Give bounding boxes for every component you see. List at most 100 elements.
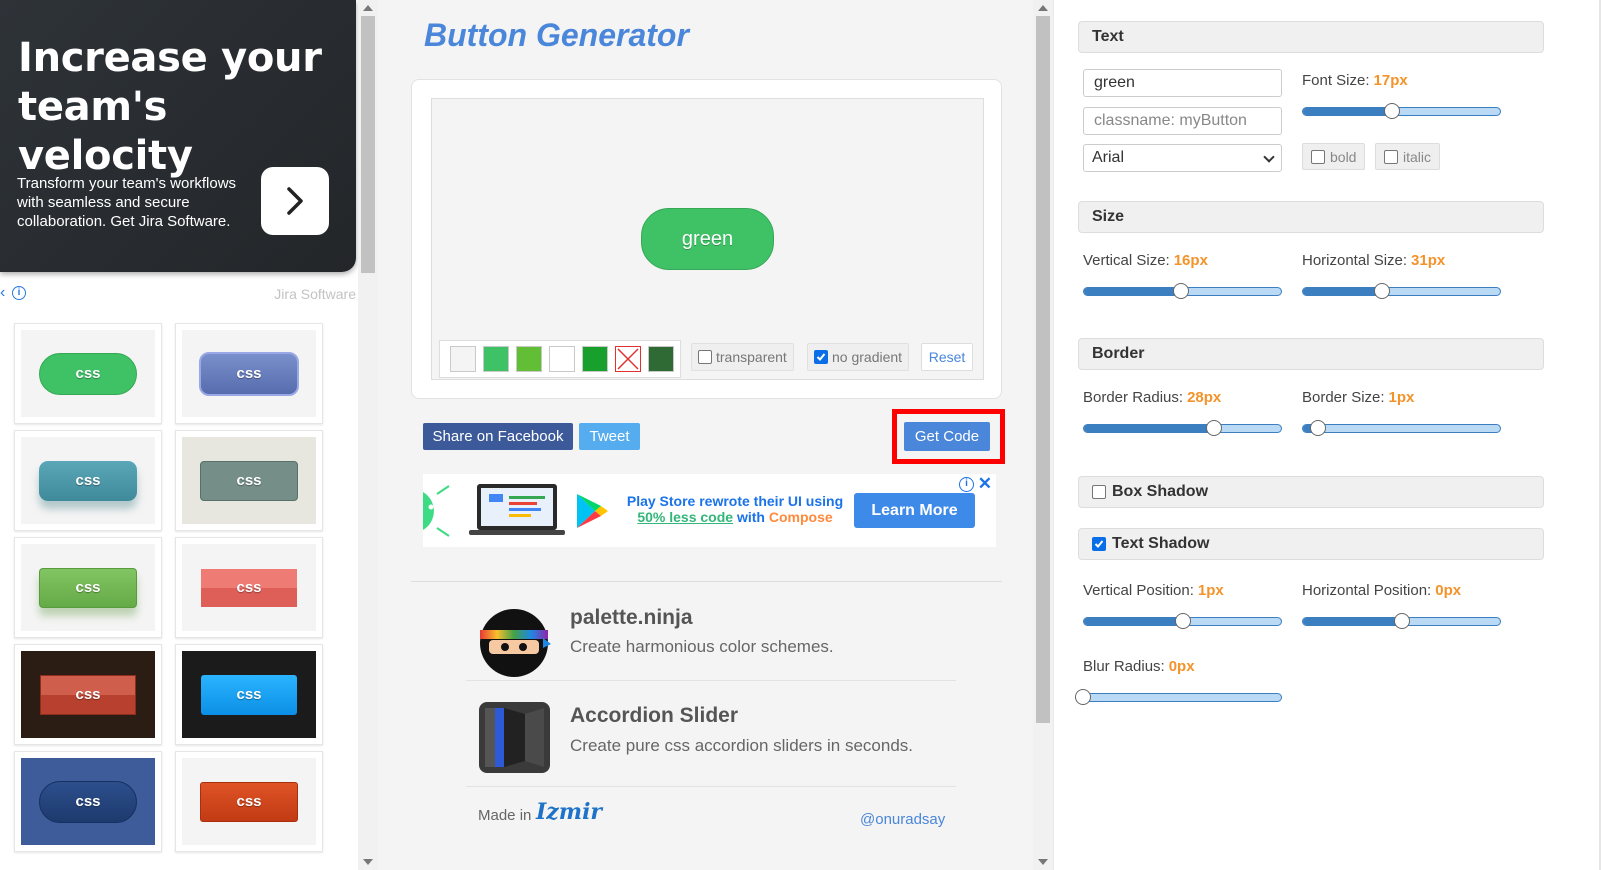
slider-knob[interactable]: [1206, 420, 1223, 436]
related-title[interactable]: palette.ninja: [570, 606, 693, 630]
gallery-button: css: [39, 352, 137, 395]
gallery-item[interactable]: css: [14, 644, 162, 745]
slider-knob[interactable]: [1309, 420, 1326, 436]
gallery-item[interactable]: css: [175, 323, 323, 424]
color-swatch[interactable]: [648, 346, 674, 372]
transparent-label: transparent: [716, 349, 787, 365]
vertical-position-label: Vertical Position: 1px: [1083, 582, 1224, 599]
border-size-label: Border Size: 1px: [1302, 389, 1415, 406]
horizontal-size-slider[interactable]: [1302, 283, 1501, 299]
ad-brand: Jira Software: [274, 286, 356, 302]
italic-toggle[interactable]: italic: [1375, 143, 1441, 170]
color-swatch[interactable]: [450, 346, 476, 372]
info-icon[interactable]: i: [12, 286, 26, 300]
classname-input[interactable]: classname: myButton: [1083, 107, 1282, 135]
scrollbar-thumb[interactable]: [1036, 16, 1050, 723]
gallery-button: css: [40, 674, 136, 715]
transparent-toggle[interactable]: transparent: [691, 343, 794, 371]
slider-knob[interactable]: [1373, 283, 1390, 299]
bold-checkbox[interactable]: [1311, 149, 1325, 164]
left-column: Increase your team's velocity Transform …: [0, 0, 378, 870]
border-radius-slider[interactable]: [1083, 420, 1282, 436]
font-size-label: Font Size: 17px: [1302, 72, 1408, 89]
gallery-item[interactable]: css: [14, 323, 162, 424]
scrollbar-thumb[interactable]: [361, 16, 375, 273]
preview-button[interactable]: green: [641, 208, 774, 270]
color-swatch[interactable]: [516, 346, 542, 372]
close-icon[interactable]: ✕: [978, 474, 992, 494]
gallery-item[interactable]: css: [175, 751, 323, 852]
slider-knob[interactable]: [1393, 613, 1410, 629]
left-scrollbar[interactable]: [358, 0, 378, 870]
author-handle-link[interactable]: @onuradsay: [860, 811, 945, 828]
border-size-slider[interactable]: [1302, 420, 1501, 436]
slider-knob[interactable]: [1075, 689, 1091, 705]
color-swatch[interactable]: [582, 346, 608, 372]
blur-radius-slider[interactable]: [1075, 689, 1282, 705]
no-gradient-checkbox[interactable]: [814, 350, 828, 364]
related-title[interactable]: Accordion Slider: [570, 704, 738, 728]
chevron-right-icon[interactable]: [261, 167, 329, 235]
settings-panel: Text green classname: myButton Arial Fon…: [1053, 0, 1601, 870]
text-shadow-section-header[interactable]: Text Shadow: [1078, 528, 1544, 560]
color-swatch[interactable]: [549, 346, 575, 372]
scroll-up-icon[interactable]: [1038, 5, 1048, 11]
made-in-label: Made in: [478, 807, 532, 824]
text-shadow-checkbox[interactable]: [1092, 537, 1106, 551]
font-family-select[interactable]: Arial: [1083, 144, 1282, 172]
slider-knob[interactable]: [1172, 283, 1189, 299]
gallery-item[interactable]: css: [14, 751, 162, 852]
chevron-left-icon[interactable]: ‹: [0, 285, 5, 301]
bold-toggle[interactable]: bold: [1302, 143, 1366, 170]
no-gradient-toggle[interactable]: no gradient: [807, 343, 910, 371]
gallery-item[interactable]: css: [14, 430, 162, 531]
italic-checkbox[interactable]: [1384, 149, 1398, 164]
text-section-header: Text: [1078, 21, 1544, 53]
horizontal-position-value: 0px: [1435, 582, 1462, 599]
font-family-value: Arial: [1092, 149, 1125, 166]
italic-label: italic: [1403, 148, 1432, 165]
scroll-up-icon[interactable]: [363, 5, 373, 11]
box-shadow-checkbox[interactable]: [1092, 485, 1106, 499]
gallery-item[interactable]: css: [175, 430, 323, 531]
related-item-accordion-slider[interactable]: Accordion Slider Create pure css accordi…: [466, 687, 956, 787]
izmir-logo[interactable]: Izmir: [536, 799, 602, 825]
button-text-input[interactable]: green: [1083, 69, 1282, 97]
get-code-button[interactable]: Get Code: [904, 422, 990, 451]
gallery-item[interactable]: css: [175, 537, 323, 638]
vertical-position-value: 1px: [1197, 582, 1224, 599]
scroll-down-icon[interactable]: [363, 859, 373, 865]
compose-ad-banner[interactable]: Play Store rewrote their UI using 50% le…: [423, 474, 996, 547]
preview-area: green: [431, 98, 984, 380]
horizontal-position-slider[interactable]: [1302, 613, 1501, 629]
section-title: Text: [1092, 28, 1124, 45]
box-shadow-section-header[interactable]: Box Shadow: [1078, 476, 1544, 508]
gallery-button: css: [39, 780, 137, 823]
jira-ad-banner[interactable]: Increase your team's velocity Transform …: [0, 0, 356, 272]
tweet-button[interactable]: Tweet: [579, 423, 640, 450]
adchoices-icon[interactable]: i: [959, 477, 974, 492]
gallery-button: css: [39, 460, 137, 501]
share-facebook-button[interactable]: Share on Facebook: [423, 423, 573, 450]
color-swatch[interactable]: [483, 346, 509, 372]
slider-knob[interactable]: [1174, 613, 1191, 629]
scroll-down-icon[interactable]: [1038, 859, 1048, 865]
vertical-size-slider[interactable]: [1083, 283, 1282, 299]
blur-radius-value: 0px: [1168, 658, 1195, 675]
gallery-item[interactable]: css: [14, 537, 162, 638]
page-title: Button Generator: [424, 17, 689, 53]
section-title: Box Shadow: [1112, 483, 1209, 500]
gallery-item[interactable]: css: [175, 644, 323, 745]
font-size-slider[interactable]: [1302, 103, 1501, 119]
main-scrollbar[interactable]: [1033, 0, 1053, 870]
slider-knob[interactable]: [1383, 103, 1400, 119]
swatch-none[interactable]: [615, 346, 641, 372]
transparent-checkbox[interactable]: [698, 350, 712, 364]
learn-more-button[interactable]: Learn More: [854, 493, 975, 528]
vertical-position-slider[interactable]: [1083, 613, 1282, 629]
reset-button[interactable]: Reset: [921, 343, 973, 371]
related-item-palette-ninja[interactable]: palette.ninja Create harmonious color sc…: [466, 588, 956, 688]
divider: [411, 581, 1002, 582]
horizontal-size-label: Horizontal Size: 31px: [1302, 252, 1446, 269]
blur-radius-label: Blur Radius: 0px: [1083, 658, 1195, 675]
